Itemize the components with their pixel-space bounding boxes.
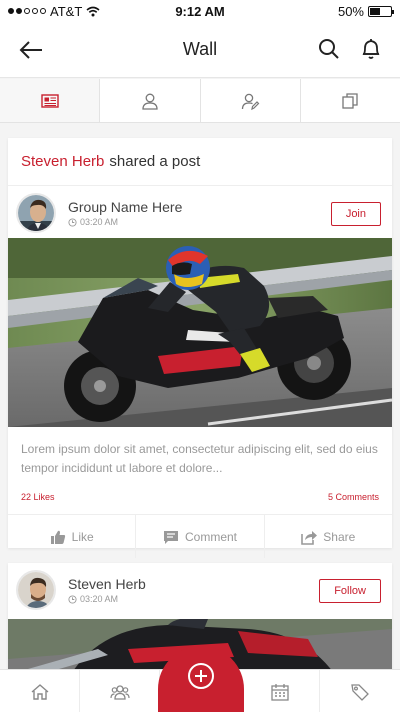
like-button[interactable]: Like (8, 515, 137, 558)
status-time: 9:12 AM (175, 3, 225, 19)
likes-count[interactable]: 22 Likes (21, 492, 55, 502)
post-author[interactable]: Steven Herb (68, 576, 146, 592)
comments-count[interactable]: 5 Comments (328, 492, 379, 502)
copy-icon (342, 92, 359, 109)
add-circle-icon (188, 663, 214, 689)
share-verb: shared a post (109, 153, 201, 170)
status-bar: AT&T 9:12 AM 50% (0, 0, 400, 22)
calendar-icon (270, 683, 289, 701)
tab-news-feed[interactable] (0, 79, 101, 122)
tab-profile[interactable] (100, 79, 201, 122)
post-time-text: 03:20 AM (80, 217, 119, 227)
group-icon (109, 684, 130, 700)
like-label: Like (71, 529, 94, 544)
avatar[interactable] (16, 193, 56, 233)
status-left: AT&T (8, 4, 100, 19)
avatar[interactable] (16, 570, 56, 610)
post-header: Group Name Here 03:20 AM Join (8, 186, 392, 238)
post-time-text: 03:20 AM (80, 594, 119, 604)
status-right: 50% (337, 3, 394, 19)
post-timestamp: 03:20 AM (68, 217, 118, 227)
nav-tags[interactable] (320, 670, 400, 712)
nav-calendar[interactable] (240, 670, 320, 712)
carrier-label: AT&T (50, 3, 83, 19)
battery-icon (368, 5, 394, 17)
user-icon (142, 93, 158, 110)
comment-button[interactable]: Comment (136, 515, 265, 558)
post-card: Steven Herb shared a post Group Name Her… (8, 138, 392, 558)
post-text: Lorem ipsum dolor sit amet, consectetur … (21, 442, 378, 475)
user-edit-icon (241, 93, 260, 110)
share-button[interactable]: Share (265, 515, 392, 558)
tab-edit-profile[interactable] (201, 79, 301, 122)
thumbs-up-icon (50, 530, 65, 544)
page-title: Wall (182, 39, 218, 59)
share-label: Share (323, 529, 356, 544)
share-line: Steven Herb shared a post (8, 138, 392, 186)
comment-icon (163, 530, 178, 544)
wall-tabs (0, 79, 400, 123)
post-timestamp: 03:20 AM (68, 594, 118, 604)
nav-groups[interactable] (80, 670, 160, 712)
post-author[interactable]: Group Name Here (68, 199, 182, 215)
post-actions: Like Comment Share (8, 515, 392, 558)
follow-button[interactable]: Follow (319, 579, 381, 603)
bell-icon[interactable] (360, 37, 382, 61)
clock-icon (68, 594, 77, 604)
comment-label: Comment (184, 529, 237, 544)
app-header: Wall (0, 22, 400, 78)
share-icon (301, 530, 318, 545)
clock-icon (68, 217, 77, 227)
wifi-icon (86, 6, 100, 16)
nav-home[interactable] (0, 670, 80, 712)
post-header: Steven Herb 03:20 AM Follow (8, 563, 392, 611)
share-actor-link[interactable]: Steven Herb (21, 153, 104, 170)
feed: Steven Herb shared a post Group Name Her… (0, 123, 400, 669)
newspaper-icon (40, 93, 59, 108)
join-button[interactable]: Join (330, 202, 381, 226)
battery-percent: 50% (337, 3, 364, 19)
home-icon (31, 683, 48, 700)
signal-icon (8, 8, 46, 14)
tab-pages[interactable] (301, 79, 400, 122)
post-stats: 22 Likes 5 Comments (8, 479, 392, 515)
arrow-left-icon[interactable] (18, 38, 44, 62)
search-icon[interactable] (318, 38, 340, 60)
tag-icon (351, 683, 369, 701)
post-image[interactable] (8, 238, 392, 427)
